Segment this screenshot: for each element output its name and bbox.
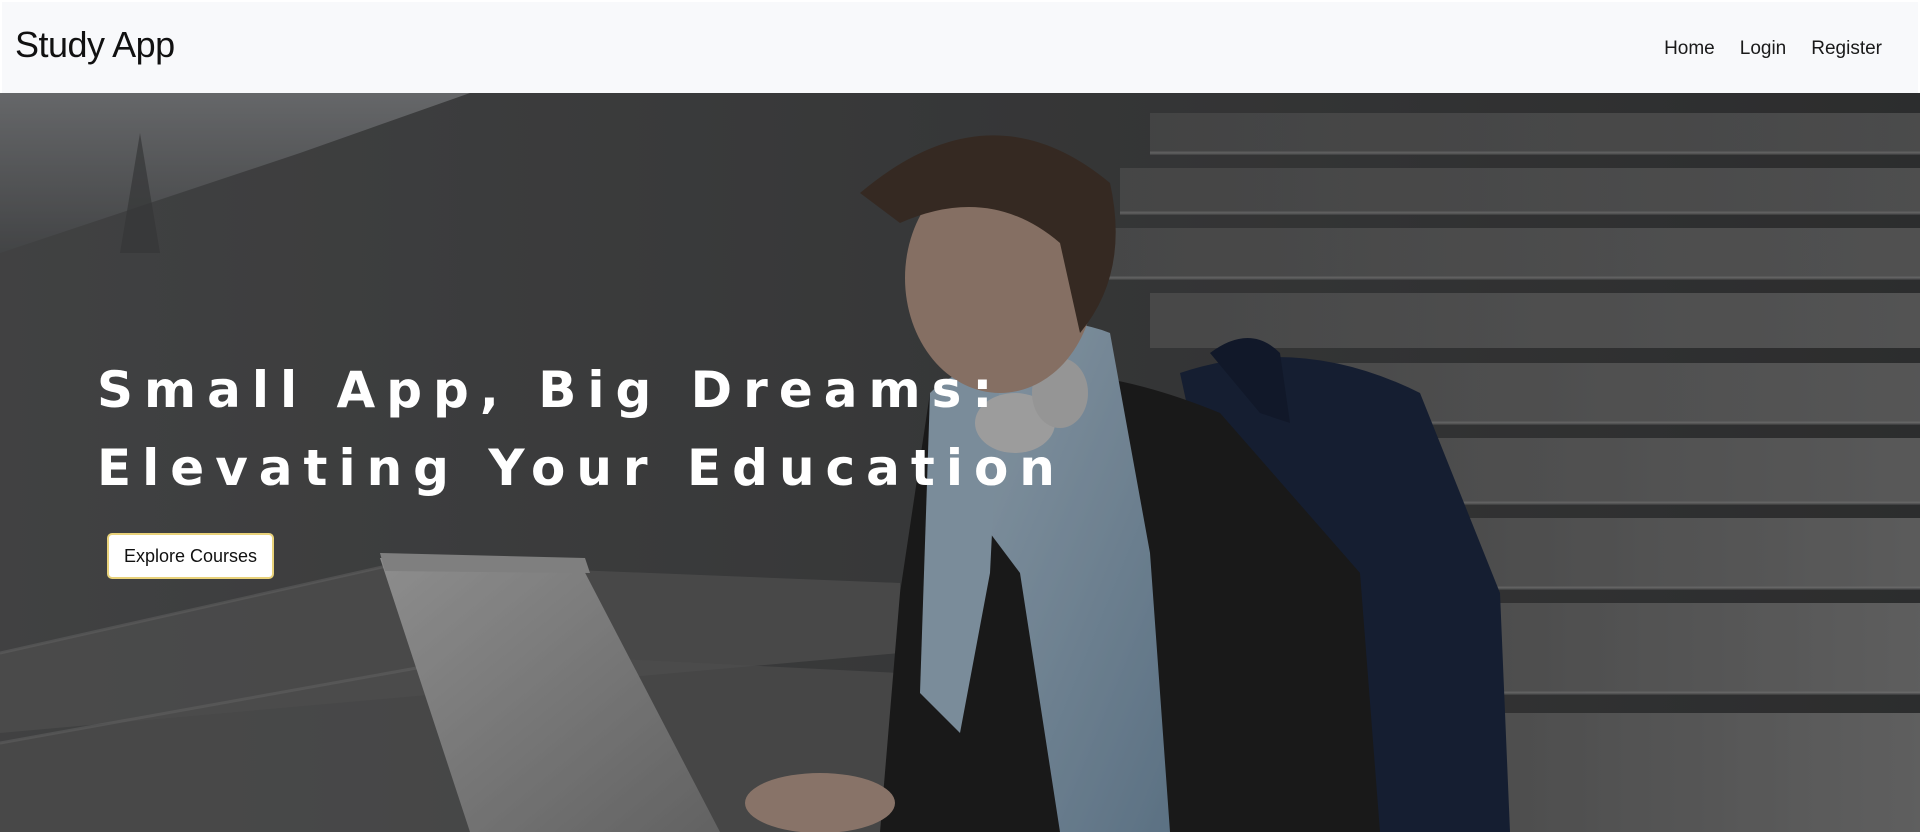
hero-title-line-2: Elevating Your Education (97, 439, 1066, 497)
page: Study App Home Login Register Small App,… (0, 0, 1920, 832)
navbar: Study App Home Login Register (2, 2, 1918, 93)
nav-link-register[interactable]: Register (1811, 38, 1882, 60)
hero-title: Small App, Big Dreams: Elevating Your Ed… (97, 351, 1066, 507)
explore-courses-button[interactable]: Explore Courses (107, 533, 275, 579)
nav-links: Home Login Register (1664, 38, 1882, 60)
brand-logo[interactable]: Study App (15, 24, 175, 66)
nav-link-home[interactable]: Home (1664, 38, 1715, 60)
hero-title-line-1: Small App, Big Dreams: (97, 361, 1004, 419)
hero-section: Small App, Big Dreams: Elevating Your Ed… (0, 93, 1920, 832)
nav-link-login[interactable]: Login (1740, 38, 1787, 60)
